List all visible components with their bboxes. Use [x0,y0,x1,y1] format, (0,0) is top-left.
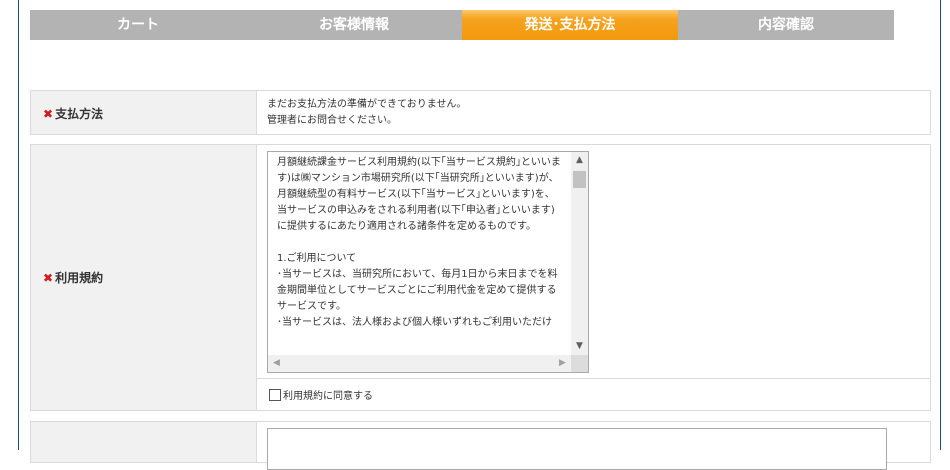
terms-textarea[interactable]: 月額継続課金サービス利用規約(以下｢当サービス規約｣といいます)は㈱マンション市… [267,151,589,373]
terms-label-text: 利用規約 [55,271,104,285]
payment-message-line-1: まだお支払方法の準備ができておりません。 [267,99,467,110]
scrollbar-corner [571,355,588,372]
page-frame-right-border [940,0,941,450]
terms-cell-divider [257,378,930,379]
payment-method-label-text: 支払方法 [55,107,104,121]
remarks-row [30,421,931,470]
agree-terms-control[interactable]: 利用規約に同意する [269,387,373,402]
scrollbar-thumb[interactable] [573,171,586,188]
payment-message-line-2: 管理者にお問合せください。 [267,115,397,126]
step-confirmation: 内容確認 [678,10,894,40]
terms-text: 月額継続課金サービス利用規約(以下｢当サービス規約｣といいます)は㈱マンション市… [277,157,561,328]
step-shipping-payment: 発送･支払方法 [462,10,678,40]
remarks-header-cell [31,422,257,462]
agree-terms-label[interactable]: 利用規約に同意する [283,387,373,402]
required-mark-icon: ✖ [43,107,54,121]
terms-header-cell: ✖ 利用規約 [31,145,257,410]
payment-method-label: ✖ 支払方法 [43,105,103,122]
page-frame-left-border [18,0,19,450]
checkout-steps: カート お客様情報 発送･支払方法 内容確認 [30,10,894,40]
payment-unavailable-message: まだお支払方法の準備ができておりません。 管理者にお問合せください。 [267,97,466,129]
terms-vertical-scrollbar[interactable]: ▲ ▼ [571,152,588,355]
agree-terms-checkbox[interactable] [269,388,281,401]
step-cart: カート [30,10,246,40]
terms-label: ✖ 利用規約 [43,269,103,286]
scroll-down-arrow-icon[interactable]: ▼ [571,338,588,355]
scroll-left-arrow-icon[interactable]: ◀ [268,355,285,372]
terms-row: ✖ 利用規約 月額継続課金サービス利用規約(以下｢当サービス規約｣といいます)は㈱… [30,144,931,411]
payment-method-header-cell: ✖ 支払方法 [31,91,257,134]
step-customer-info: お客様情報 [246,10,462,40]
scroll-up-arrow-icon[interactable]: ▲ [571,152,588,169]
payment-method-row: ✖ 支払方法 まだお支払方法の準備ができておりません。 管理者にお問合せください。 [30,90,931,135]
terms-horizontal-scrollbar[interactable]: ◀ ▶ [268,355,571,372]
required-mark-icon: ✖ [43,271,54,285]
scroll-right-arrow-icon[interactable]: ▶ [554,355,571,372]
remarks-textarea[interactable] [267,428,887,470]
